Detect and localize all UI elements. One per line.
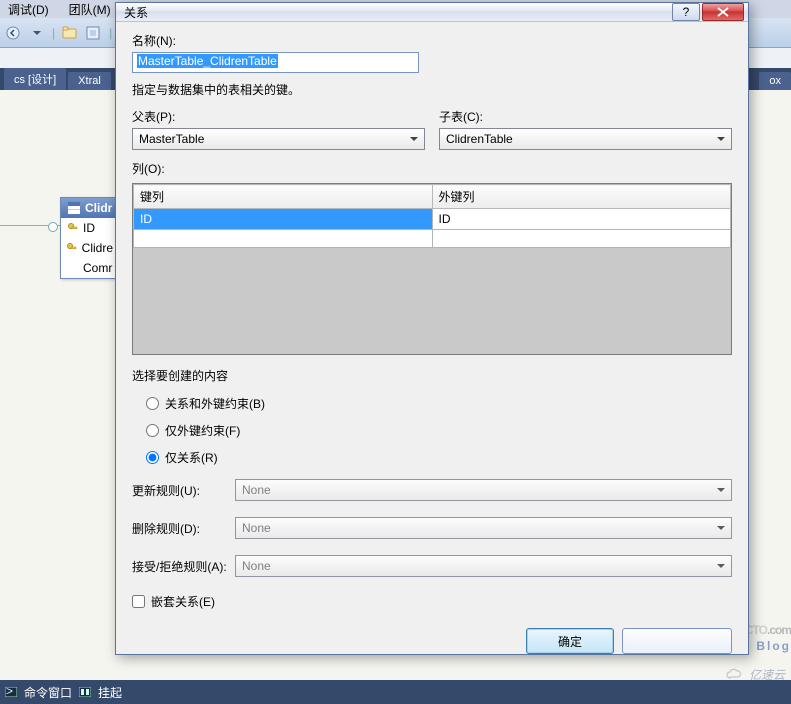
grid-cell-foreign[interactable]: ID xyxy=(432,209,731,230)
accept-rule-label: 接受/拒绝规则(A): xyxy=(132,558,227,575)
name-label: 名称(N): xyxy=(132,32,732,49)
status-cmd[interactable]: 命令窗口 xyxy=(24,684,72,701)
radio-both-input[interactable] xyxy=(146,397,159,410)
radio-both-label: 关系和外键约束(B) xyxy=(165,395,265,412)
table-icon xyxy=(67,201,81,215)
close-icon xyxy=(717,7,729,17)
parent-table-value: MasterTable xyxy=(139,132,204,146)
grid-header-row: 键列 外键列 xyxy=(134,185,731,209)
table-card-header[interactable]: Clidr xyxy=(61,198,119,218)
cancel-button[interactable] xyxy=(622,628,732,654)
table-col-id[interactable]: ID xyxy=(61,218,119,238)
watermark-yisu: 亿速云 xyxy=(725,666,785,683)
create-content-label: 选择要创建的内容 xyxy=(132,367,732,384)
delete-rule-label: 删除规则(D): xyxy=(132,520,227,537)
nested-relation-label: 嵌套关系(E) xyxy=(151,593,215,610)
radio-relation-only[interactable]: 仅关系(R) xyxy=(146,449,732,466)
update-rule-label: 更新规则(U): xyxy=(132,482,227,499)
grid-header-key[interactable]: 键列 xyxy=(134,185,433,209)
watermark-yisu-text: 亿速云 xyxy=(749,666,785,683)
table-card-clidren[interactable]: Clidr ID Clidre Comr xyxy=(60,197,120,279)
grid-filler xyxy=(133,248,731,355)
radio-fk-only[interactable]: 仅外键约束(F) xyxy=(146,422,732,439)
child-table-value: ClidrenTable xyxy=(446,132,513,146)
tab-right[interactable]: ox xyxy=(759,72,791,90)
dialog-title: 关系 xyxy=(124,4,670,21)
accept-rule-combo[interactable]: None xyxy=(235,555,732,577)
radio-rel-label: 仅关系(R) xyxy=(165,449,218,466)
parent-label: 父表(P): xyxy=(132,108,425,125)
update-rule-combo[interactable]: None xyxy=(235,479,732,501)
close-button[interactable] xyxy=(702,3,744,21)
relation-connector xyxy=(0,225,60,226)
radio-fk-label: 仅外键约束(F) xyxy=(165,422,240,439)
nested-relation-check[interactable]: 嵌套关系(E) xyxy=(132,593,732,610)
nav-back-icon[interactable] xyxy=(4,24,22,42)
delete-rule-combo[interactable]: None xyxy=(235,517,732,539)
tab-xtral[interactable]: Xtral xyxy=(68,72,111,90)
watermark-text-b: .com xyxy=(767,623,791,637)
relation-dialog: 关系 ? 名称(N): MasterTable_ClidrenTable 指定与… xyxy=(115,2,749,655)
toolbar-sep: | xyxy=(52,26,55,40)
child-table-combo[interactable]: ClidrenTable xyxy=(439,128,732,150)
table-col-clidre[interactable]: Clidre xyxy=(61,238,119,258)
name-input[interactable]: MasterTable_ClidrenTable xyxy=(132,52,419,73)
table-col-comr[interactable]: Comr xyxy=(61,258,119,278)
nav-dropdown-icon[interactable] xyxy=(28,24,46,42)
table-card-title: Clidr xyxy=(85,201,112,215)
table-col-label: Clidre xyxy=(82,241,113,255)
watermark-sub-b: Blog xyxy=(756,639,791,653)
grid-cell-key[interactable]: ID xyxy=(134,209,433,230)
grid-header-foreign[interactable]: 外键列 xyxy=(432,185,731,209)
parent-table-combo[interactable]: MasterTable xyxy=(132,128,425,150)
help-button[interactable]: ? xyxy=(672,3,700,21)
columns-grid[interactable]: 键列 外键列 ID ID xyxy=(132,183,732,355)
cloud-icon xyxy=(725,668,745,682)
grid-cell-empty[interactable] xyxy=(134,230,433,248)
foreign-key-icon xyxy=(67,242,78,254)
accept-rule-value: None xyxy=(242,559,271,573)
table-col-label: ID xyxy=(83,221,95,235)
name-input-value: MasterTable_ClidrenTable xyxy=(137,54,278,68)
delete-rule-value: None xyxy=(242,521,271,535)
ok-button[interactable]: 确定 xyxy=(526,628,614,654)
toolbar-sep2: | xyxy=(109,26,112,40)
cmd-window-icon: > xyxy=(4,685,18,699)
blank-key-icon xyxy=(67,262,79,274)
child-label: 子表(C): xyxy=(439,108,732,125)
pending-icon xyxy=(78,685,92,699)
ok-button-label: 确定 xyxy=(558,633,582,650)
svg-text:>: > xyxy=(6,687,13,697)
status-pending[interactable]: 挂起 xyxy=(98,684,122,701)
update-rule-value: None xyxy=(242,483,271,497)
statusbar: > 命令窗口 挂起 xyxy=(0,680,791,704)
radio-both[interactable]: 关系和外键约束(B) xyxy=(146,395,732,412)
radio-fk-input[interactable] xyxy=(146,424,159,437)
radio-rel-input[interactable] xyxy=(146,451,159,464)
save-layout-icon[interactable] xyxy=(85,24,103,42)
grid-row-selected[interactable]: ID ID xyxy=(134,209,731,230)
primary-key-icon xyxy=(67,222,79,234)
dialog-body: 名称(N): MasterTable_ClidrenTable 指定与数据集中的… xyxy=(116,22,748,620)
grid-row-empty[interactable] xyxy=(134,230,731,248)
dialog-buttons: 确定 xyxy=(116,620,748,662)
help-icon: ? xyxy=(683,5,690,19)
menu-team[interactable]: 团队(M) xyxy=(69,1,111,18)
nested-relation-input[interactable] xyxy=(132,595,145,608)
titlebar[interactable]: 关系 ? xyxy=(116,3,748,22)
tab-design[interactable]: cs [设计] xyxy=(4,68,66,90)
menu-debug[interactable]: 调试(D) xyxy=(8,1,49,18)
hint-text: 指定与数据集中的表相关的键。 xyxy=(132,81,732,98)
table-col-label: Comr xyxy=(83,261,112,275)
open-file-icon[interactable] xyxy=(61,24,79,42)
grid-cell-empty[interactable] xyxy=(432,230,731,248)
columns-label: 列(O): xyxy=(132,160,732,177)
